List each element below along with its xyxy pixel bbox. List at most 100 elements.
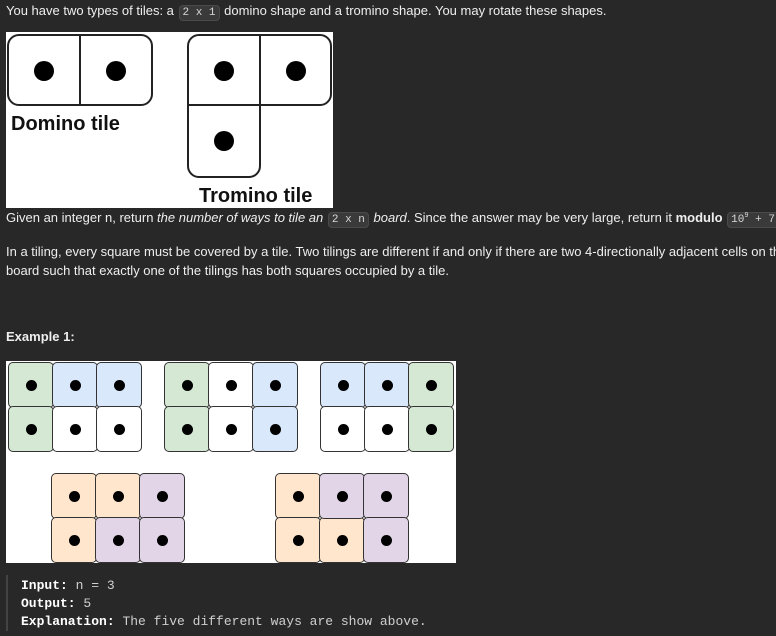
tiling-cell — [320, 362, 366, 408]
task-text: Given an integer n, return the number of… — [6, 210, 776, 228]
input-label: Input: — [21, 578, 68, 593]
tiling-cell — [164, 362, 210, 408]
tiling-cell — [363, 473, 409, 519]
tile-dot — [292, 534, 304, 546]
tile-dot — [337, 379, 349, 391]
tile-dot — [156, 534, 168, 546]
tiling-cell — [408, 362, 454, 408]
tiling-cell — [320, 406, 366, 452]
example-output: Output: 5 — [21, 596, 91, 611]
example-block-border — [6, 575, 8, 631]
tile-dot — [68, 534, 80, 546]
tile-figure: Domino tile Tromino tile — [6, 32, 333, 208]
tromino-caption: Tromino tile — [199, 185, 313, 207]
tiling-cell — [275, 473, 321, 519]
tile-dot — [337, 423, 349, 435]
domino-dot — [106, 61, 126, 81]
task-part: . Since the answer may be very large, re… — [406, 210, 672, 225]
domino-left-cell — [7, 34, 81, 106]
tromino-bottom-cell — [187, 104, 261, 178]
tiling-cell — [208, 362, 254, 408]
tile-dot — [181, 379, 193, 391]
tile-dot — [380, 534, 392, 546]
tiling-cell — [8, 362, 54, 408]
tromino-dot — [286, 61, 306, 81]
rule-line-1: In a tiling, every square must be covere… — [6, 244, 776, 259]
tile-dot — [381, 423, 393, 435]
tile-dot — [25, 379, 37, 391]
domino-caption: Domino tile — [11, 113, 120, 135]
tiling-cell — [52, 406, 98, 452]
tile-dot — [336, 534, 348, 546]
tiling-cell — [252, 406, 298, 452]
task-part: Given an integer n, return — [6, 210, 154, 225]
output-value: 5 — [83, 596, 92, 611]
tiling-cell — [95, 517, 141, 563]
tile-dot — [225, 379, 237, 391]
tiling-cell — [95, 473, 141, 519]
tile-dot — [68, 490, 80, 502]
tiling-cell — [364, 362, 410, 408]
tilings-figure — [6, 361, 456, 563]
intro-before: You have two types of tiles: a — [6, 3, 174, 18]
tromino-dot — [214, 131, 234, 151]
input-value: n = 3 — [75, 578, 115, 593]
task-emphasis-board: board — [373, 210, 407, 225]
tile-dot — [112, 534, 124, 546]
explanation-label: Explanation: — [21, 614, 115, 629]
tile-dot — [425, 423, 437, 435]
tiling-cell — [252, 362, 298, 408]
tile-dot — [336, 490, 348, 502]
intro-code: 2 x 1 — [178, 5, 220, 21]
tile-dot — [269, 423, 281, 435]
tiling-cell — [139, 517, 185, 563]
tile-dot — [292, 490, 304, 502]
tile-dot — [69, 379, 81, 391]
tile-dot — [25, 423, 37, 435]
tromino-top-right-cell — [259, 34, 332, 106]
tile-dot — [113, 379, 125, 391]
tile-dot — [113, 423, 125, 435]
domino-dot — [34, 61, 54, 81]
rule-line-2: board such that exactly one of the tilin… — [6, 263, 449, 278]
tile-dot — [269, 379, 281, 391]
tile-dot — [112, 490, 124, 502]
tiling-cell — [319, 517, 365, 563]
example-input: Input: n = 3 — [21, 578, 115, 593]
tile-dot — [156, 490, 168, 502]
tile-dot — [225, 423, 237, 435]
mod-tail: + 7 — [755, 214, 775, 226]
tile-dot — [69, 423, 81, 435]
tiling-cell — [51, 517, 97, 563]
tiling-cell — [8, 406, 54, 452]
tromino-dot — [214, 61, 234, 81]
tiling-cell — [364, 406, 410, 452]
intro-text: You have two types of tiles: a 2 x 1 dom… — [6, 3, 607, 21]
tiling-cell — [51, 473, 97, 519]
tiling-cell — [52, 362, 98, 408]
output-label: Output: — [21, 596, 76, 611]
tile-dot — [381, 379, 393, 391]
example-explanation: Explanation: The five different ways are… — [21, 614, 427, 629]
tile-dot — [380, 490, 392, 502]
tiling-cell — [319, 473, 365, 519]
tiling-cell — [275, 517, 321, 563]
intro-after: domino shape and a tromino shape. You ma… — [224, 3, 607, 18]
tiling-cell — [208, 406, 254, 452]
tiling-cell — [408, 406, 454, 452]
explanation-value: The five different ways are show above. — [122, 614, 427, 629]
tiling-cell — [139, 473, 185, 519]
mod-base: 10 — [731, 214, 745, 226]
mod-exp: 9 — [744, 212, 749, 220]
example-heading: Example 1: — [6, 329, 75, 344]
tiling-cell — [96, 406, 142, 452]
task-mod-code: 109 + 7 — [727, 212, 776, 228]
tiling-cell — [164, 406, 210, 452]
task-emphasis: the number of ways to tile an — [157, 210, 324, 225]
tile-dot — [181, 423, 193, 435]
tromino-top-left-cell — [187, 34, 261, 106]
tiling-cell — [363, 517, 409, 563]
domino-right-cell — [79, 34, 153, 106]
tile-dot — [425, 379, 437, 391]
task-code: 2 x n — [327, 212, 369, 228]
